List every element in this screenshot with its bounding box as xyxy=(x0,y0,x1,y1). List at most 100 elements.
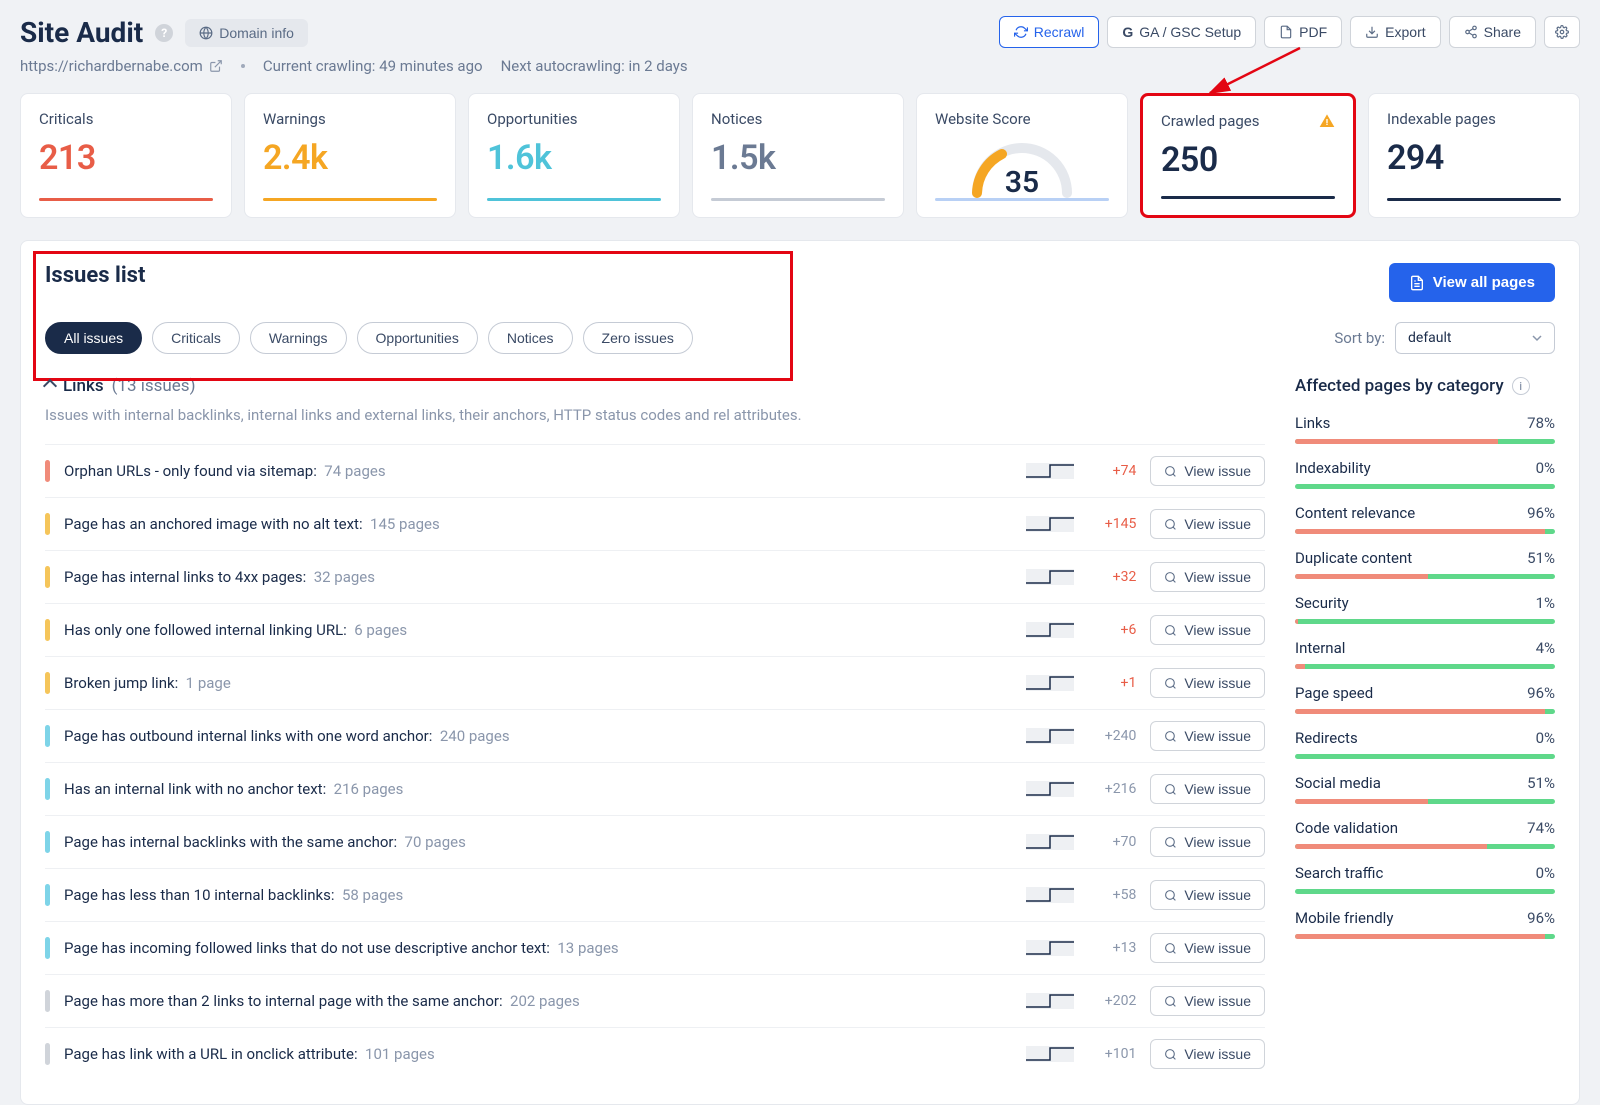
category-row[interactable]: Links 78% xyxy=(1295,414,1555,444)
issue-text: Page has an anchored image with no alt t… xyxy=(64,515,1012,533)
delta-value: +13 xyxy=(1088,940,1136,956)
category-row[interactable]: Security 1% xyxy=(1295,594,1555,624)
google-icon: G xyxy=(1122,24,1133,40)
category-row[interactable]: Indexability 0% xyxy=(1295,459,1555,489)
category-bar xyxy=(1295,844,1555,849)
stat-value: 2.4k xyxy=(263,138,437,178)
category-percent: 74% xyxy=(1527,819,1555,837)
category-percent: 51% xyxy=(1527,774,1555,792)
export-button[interactable]: Export xyxy=(1350,16,1440,48)
issue-row: Page has an anchored image with no alt t… xyxy=(45,497,1265,550)
category-row[interactable]: Social media 51% xyxy=(1295,774,1555,804)
view-issue-button[interactable]: View issue xyxy=(1150,562,1265,592)
filter-pill-warnings[interactable]: Warnings xyxy=(250,322,347,354)
stat-bar xyxy=(1387,198,1561,201)
stat-bar xyxy=(1161,196,1335,199)
severity-indicator xyxy=(45,937,50,959)
category-row[interactable]: Content relevance 96% xyxy=(1295,504,1555,534)
site-url-link[interactable]: https://richardbernabe.com xyxy=(20,57,223,75)
stat-card-warnings[interactable]: Warnings 2.4k xyxy=(244,93,456,218)
view-all-pages-button[interactable]: View all pages xyxy=(1389,263,1555,302)
stat-card-opportunities[interactable]: Opportunities 1.6k xyxy=(468,93,680,218)
category-percent: 96% xyxy=(1527,684,1555,702)
recrawl-button[interactable]: Recrawl xyxy=(999,16,1100,48)
search-icon xyxy=(1164,836,1177,849)
trend-sparkline xyxy=(1026,728,1074,744)
globe-icon xyxy=(199,26,213,40)
filter-pill-zero-issues[interactable]: Zero issues xyxy=(583,322,693,354)
issue-row: Page has incoming followed links that do… xyxy=(45,921,1265,974)
search-icon xyxy=(1164,889,1177,902)
severity-indicator xyxy=(45,831,50,853)
trend-sparkline xyxy=(1026,781,1074,797)
view-issue-button[interactable]: View issue xyxy=(1150,933,1265,963)
stat-card-indexable-pages[interactable]: Indexable pages 294 xyxy=(1368,93,1580,218)
issue-text: Has an internal link with no anchor text… xyxy=(64,780,1012,798)
ga-gsc-button[interactable]: G GA / GSC Setup xyxy=(1107,16,1256,48)
stat-card-criticals[interactable]: Criticals 213 xyxy=(20,93,232,218)
chevron-down-icon xyxy=(1532,333,1542,343)
view-issue-button[interactable]: View issue xyxy=(1150,1039,1265,1069)
severity-indicator xyxy=(45,513,50,535)
view-issue-button[interactable]: View issue xyxy=(1150,986,1265,1016)
category-bar xyxy=(1295,889,1555,894)
settings-button[interactable] xyxy=(1544,16,1580,48)
severity-indicator xyxy=(45,672,50,694)
category-bar xyxy=(1295,799,1555,804)
filter-pill-notices[interactable]: Notices xyxy=(488,322,573,354)
category-row[interactable]: Redirects 0% xyxy=(1295,729,1555,759)
section-count: (13 issues) xyxy=(112,376,196,396)
stat-card-notices[interactable]: Notices 1.5k xyxy=(692,93,904,218)
view-issue-button[interactable]: View issue xyxy=(1150,827,1265,857)
export-label: Export xyxy=(1385,24,1425,40)
trend-sparkline xyxy=(1026,1046,1074,1062)
recrawl-label: Recrawl xyxy=(1034,24,1085,40)
view-issue-button[interactable]: View issue xyxy=(1150,456,1265,486)
pdf-button[interactable]: PDF xyxy=(1264,16,1342,48)
category-bar xyxy=(1295,574,1555,579)
delta-value: +32 xyxy=(1088,569,1136,585)
category-percent: 96% xyxy=(1527,909,1555,927)
issue-text: Page has link with a URL in onclick attr… xyxy=(64,1045,1012,1063)
score-value: 35 xyxy=(967,165,1077,200)
filter-pill-all-issues[interactable]: All issues xyxy=(45,322,142,354)
category-row[interactable]: Page speed 96% xyxy=(1295,684,1555,714)
issue-text: Orphan URLs - only found via sitemap: 74… xyxy=(64,462,1012,480)
section-toggle-links[interactable]: Links (13 issues) xyxy=(45,376,1265,396)
help-icon[interactable]: ? xyxy=(155,24,173,42)
domain-info-button[interactable]: Domain info xyxy=(185,19,308,47)
category-row[interactable]: Code validation 74% xyxy=(1295,819,1555,849)
view-issue-button[interactable]: View issue xyxy=(1150,880,1265,910)
category-name: Page speed xyxy=(1295,684,1373,702)
view-issue-button[interactable]: View issue xyxy=(1150,774,1265,804)
category-bar xyxy=(1295,619,1555,624)
view-issue-button[interactable]: View issue xyxy=(1150,721,1265,751)
category-row[interactable]: Mobile friendly 96% xyxy=(1295,909,1555,939)
trend-sparkline xyxy=(1026,516,1074,532)
share-button[interactable]: Share xyxy=(1449,16,1536,48)
issue-row: Has only one followed internal linking U… xyxy=(45,603,1265,656)
view-issue-button[interactable]: View issue xyxy=(1150,509,1265,539)
search-icon xyxy=(1164,730,1177,743)
view-issue-button[interactable]: View issue xyxy=(1150,668,1265,698)
info-icon[interactable]: i xyxy=(1512,377,1530,395)
delta-value: +202 xyxy=(1088,993,1136,1009)
stat-card-crawled-pages[interactable]: Crawled pages 250 xyxy=(1140,93,1356,218)
sort-select[interactable]: default xyxy=(1395,322,1555,354)
issue-row: Page has internal links to 4xx pages: 32… xyxy=(45,550,1265,603)
filter-pill-criticals[interactable]: Criticals xyxy=(152,322,240,354)
stat-value: 294 xyxy=(1387,138,1561,178)
severity-indicator xyxy=(45,884,50,906)
ga-gsc-label: GA / GSC Setup xyxy=(1139,24,1241,40)
issue-text: Page has incoming followed links that do… xyxy=(64,939,1012,957)
category-row[interactable]: Search traffic 0% xyxy=(1295,864,1555,894)
category-row[interactable]: Duplicate content 51% xyxy=(1295,549,1555,579)
stat-card-website-score[interactable]: Website Score 35 xyxy=(916,93,1128,218)
category-row[interactable]: Internal 4% xyxy=(1295,639,1555,669)
issue-row: Page has less than 10 internal backlinks… xyxy=(45,868,1265,921)
view-issue-button[interactable]: View issue xyxy=(1150,615,1265,645)
issue-text: Has only one followed internal linking U… xyxy=(64,621,1012,639)
delta-value: +58 xyxy=(1088,887,1136,903)
category-bar xyxy=(1295,754,1555,759)
filter-pill-opportunities[interactable]: Opportunities xyxy=(357,322,478,354)
